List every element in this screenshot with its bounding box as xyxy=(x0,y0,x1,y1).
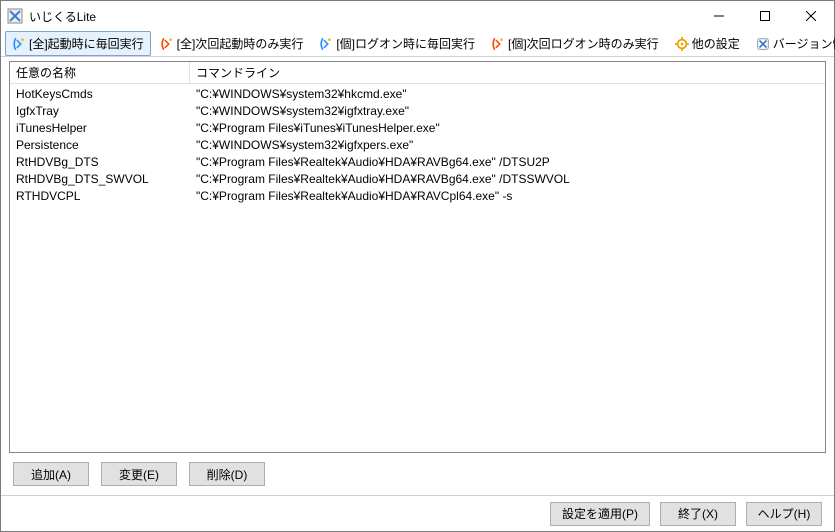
footer: 設定を適用(P) 終了(X) ヘルプ(H) xyxy=(1,495,834,531)
delete-button[interactable]: 削除(D) xyxy=(189,462,265,486)
maximize-button[interactable] xyxy=(742,1,788,31)
cell-name: HotKeysCmds xyxy=(10,87,190,101)
list-item[interactable]: Persistence"C:¥WINDOWS¥system32¥igfxpers… xyxy=(10,136,825,153)
edit-button[interactable]: 変更(E) xyxy=(101,462,177,486)
help-button[interactable]: ヘルプ(H) xyxy=(746,502,822,526)
cell-cmd: "C:¥Program Files¥Realtek¥Audio¥HDA¥RAVB… xyxy=(190,155,825,169)
list-item[interactable]: HotKeysCmds"C:¥WINDOWS¥system32¥hkcmd.ex… xyxy=(10,85,825,102)
cell-name: iTunesHelper xyxy=(10,121,190,135)
tab-2[interactable]: [個]ログオン時に毎回実行 xyxy=(312,31,482,56)
add-button[interactable]: 追加(A) xyxy=(13,462,89,486)
cell-name: IgfxTray xyxy=(10,104,190,118)
cell-name: RtHDVBg_DTS_SWVOL xyxy=(10,172,190,186)
run-icon xyxy=(491,37,505,51)
startup-listview[interactable]: 任意の名称 コマンドライン HotKeysCmds"C:¥WINDOWS¥sys… xyxy=(9,61,826,453)
app-icon xyxy=(7,8,23,24)
cell-cmd: "C:¥WINDOWS¥system32¥igfxpers.exe" xyxy=(190,138,825,152)
tab-label: バージョン情報 xyxy=(773,35,835,52)
info-icon xyxy=(756,37,770,51)
list-item[interactable]: iTunesHelper"C:¥Program Files¥iTunes¥iTu… xyxy=(10,119,825,136)
titlebar: いじくるLite xyxy=(1,1,834,31)
gear-icon xyxy=(675,37,689,51)
content-area: 任意の名称 コマンドライン HotKeysCmds"C:¥WINDOWS¥sys… xyxy=(1,57,834,453)
cell-name: RtHDVBg_DTS xyxy=(10,155,190,169)
close-button[interactable] xyxy=(788,1,834,31)
list-item[interactable]: RtHDVBg_DTS"C:¥Program Files¥Realtek¥Aud… xyxy=(10,153,825,170)
list-rows: HotKeysCmds"C:¥WINDOWS¥system32¥hkcmd.ex… xyxy=(10,84,825,204)
action-buttons: 追加(A) 変更(E) 削除(D) xyxy=(1,453,834,495)
apply-button[interactable]: 設定を適用(P) xyxy=(550,502,650,526)
list-item[interactable]: RTHDVCPL"C:¥Program Files¥Realtek¥Audio¥… xyxy=(10,187,825,204)
list-item[interactable]: IgfxTray"C:¥WINDOWS¥system32¥igfxtray.ex… xyxy=(10,102,825,119)
cell-cmd: "C:¥Program Files¥Realtek¥Audio¥HDA¥RAVC… xyxy=(190,189,825,203)
tab-bar: [全]起動時に毎回実行 [全]次回起動時のみ実行 [個]ログオン時に毎回実行 [個]次… xyxy=(1,31,834,57)
list-item[interactable]: RtHDVBg_DTS_SWVOL"C:¥Program Files¥Realt… xyxy=(10,170,825,187)
cell-cmd: "C:¥WINDOWS¥system32¥hkcmd.exe" xyxy=(190,87,825,101)
run-icon xyxy=(12,37,26,51)
window-title: いじくるLite xyxy=(29,8,96,25)
cell-name: Persistence xyxy=(10,138,190,152)
cell-name: RTHDVCPL xyxy=(10,189,190,203)
tab-3[interactable]: [個]次回ログオン時のみ実行 xyxy=(484,31,666,56)
tab-label: [個]次回ログオン時のみ実行 xyxy=(508,35,659,52)
tab-label: [全]次回起動時のみ実行 xyxy=(177,35,304,52)
tab-1[interactable]: [全]次回起動時のみ実行 xyxy=(153,31,311,56)
run-icon xyxy=(160,37,174,51)
tab-label: [全]起動時に毎回実行 xyxy=(29,35,144,52)
cell-cmd: "C:¥Program Files¥iTunes¥iTunesHelper.ex… xyxy=(190,121,825,135)
cell-cmd: "C:¥WINDOWS¥system32¥igfxtray.exe" xyxy=(190,104,825,118)
tab-label: [個]ログオン時に毎回実行 xyxy=(336,35,475,52)
tab-4[interactable]: 他の設定 xyxy=(668,31,747,56)
exit-button[interactable]: 終了(X) xyxy=(660,502,736,526)
col-cmd[interactable]: コマンドライン xyxy=(190,62,825,84)
tab-label: 他の設定 xyxy=(692,35,740,52)
cell-cmd: "C:¥Program Files¥Realtek¥Audio¥HDA¥RAVB… xyxy=(190,172,825,186)
list-header: 任意の名称 コマンドライン xyxy=(10,62,825,84)
minimize-button[interactable] xyxy=(696,1,742,31)
tab-0[interactable]: [全]起動時に毎回実行 xyxy=(5,31,151,56)
col-name[interactable]: 任意の名称 xyxy=(10,62,190,84)
tab-5[interactable]: バージョン情報 xyxy=(749,31,835,56)
run-icon xyxy=(319,37,333,51)
